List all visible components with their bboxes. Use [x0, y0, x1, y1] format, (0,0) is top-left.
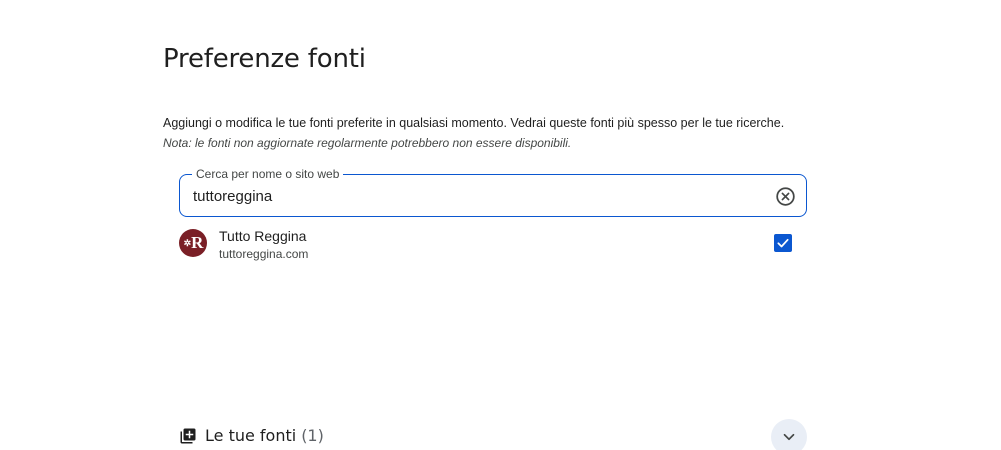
page-note: Nota: le fonti non aggiornate regolarmen… — [163, 136, 572, 150]
expand-sources-button[interactable] — [771, 419, 807, 450]
your-sources-count: (1) — [301, 426, 324, 445]
your-sources-header: Le tue fonti (1) — [179, 426, 324, 445]
list-item[interactable]: ✲ R Tutto Reggina tuttoreggina.com — [179, 226, 807, 262]
source-logo: ✲ R — [179, 229, 207, 257]
check-icon — [777, 238, 789, 248]
source-name: Tutto Reggina — [219, 228, 307, 244]
search-label: Cerca per nome o sito web — [192, 167, 344, 181]
source-logo-text: R — [191, 233, 203, 252]
source-checkbox[interactable] — [774, 234, 792, 252]
clear-search-icon[interactable] — [774, 185, 796, 207]
search-field[interactable]: Cerca per nome o sito web — [179, 167, 807, 217]
search-input[interactable] — [193, 185, 753, 207]
your-sources-title: Le tue fonti — [205, 426, 297, 445]
library-add-icon — [179, 427, 197, 445]
page-title: Preferenze fonti — [163, 44, 366, 74]
page-description: Aggiungi o modifica le tue fonti preferi… — [163, 116, 785, 130]
chevron-down-icon — [783, 433, 795, 441]
source-url: tuttoreggina.com — [219, 247, 309, 261]
source-preferences-page: Preferenze fonti Aggiungi o modifica le … — [0, 0, 1001, 450]
